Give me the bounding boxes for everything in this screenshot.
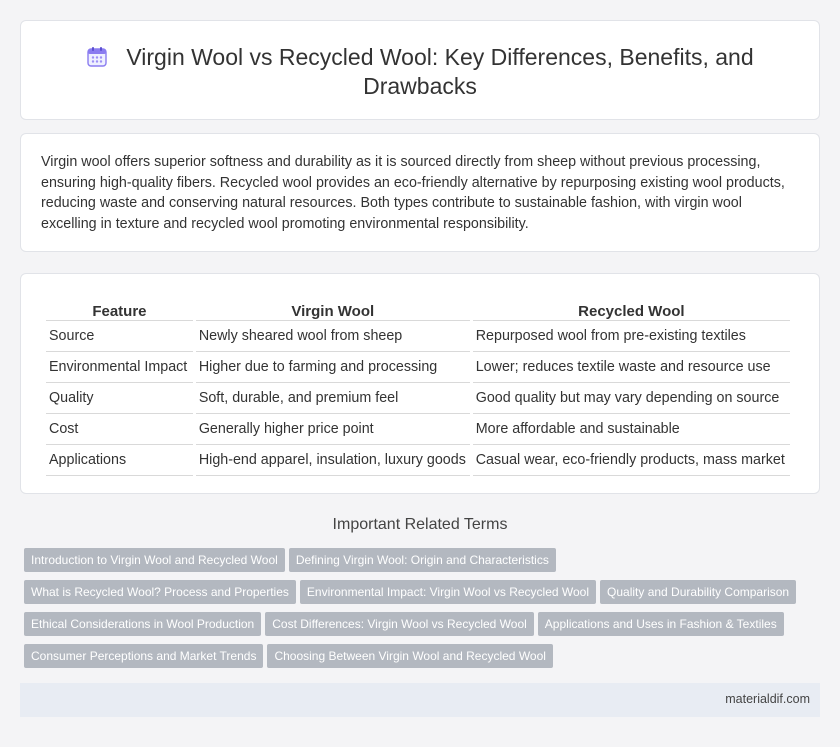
page-title-wrap: Virgin Wool vs Recycled Wool: Key Differ… xyxy=(21,43,819,101)
tag-row: What is Recycled Wool? Process and Prope… xyxy=(24,580,824,612)
table-row: Source Newly sheared wool from sheep Rep… xyxy=(46,321,790,352)
cell-recycled: Repurposed wool from pre-existing textil… xyxy=(472,321,790,352)
related-term-tag[interactable]: Ethical Considerations in Wool Productio… xyxy=(24,612,262,636)
cell-virgin: Higher due to farming and processing xyxy=(195,352,470,383)
comparison-card: Feature Virgin Wool Recycled Wool Source… xyxy=(20,273,820,494)
related-term-tag[interactable]: Quality and Durability Comparison xyxy=(600,580,797,604)
cell-feature: Environmental Impact xyxy=(46,352,193,383)
table-row: Cost Generally higher price point More a… xyxy=(46,414,790,445)
related-term-tag[interactable]: Applications and Uses in Fashion & Texti… xyxy=(537,612,784,636)
cell-virgin: Generally higher price point xyxy=(195,414,470,445)
tag-row: Consumer Perceptions and Market Trends Ch… xyxy=(24,644,824,676)
calendar-icon xyxy=(87,47,108,67)
comparison-table: Feature Virgin Wool Recycled Wool Source… xyxy=(43,296,793,476)
intro-paragraph: Virgin wool offers superior softness and… xyxy=(41,154,785,232)
cell-virgin: High-end apparel, insulation, luxury goo… xyxy=(195,445,470,476)
related-terms-title: Important Related Terms xyxy=(332,516,508,533)
table-row: Environmental Impact Higher due to farmi… xyxy=(46,352,790,383)
cell-virgin: Newly sheared wool from sheep xyxy=(195,321,470,352)
tag-row: Ethical Considerations in Wool Productio… xyxy=(24,612,824,644)
cell-recycled: Lower; reduces textile waste and resourc… xyxy=(472,352,790,383)
related-term-tag[interactable]: Introduction to Virgin Wool and Recycled… xyxy=(24,548,285,572)
header-virgin-wool: Virgin Wool xyxy=(195,296,470,321)
title-card: Virgin Wool vs Recycled Wool: Key Differ… xyxy=(20,20,820,120)
related-term-tag[interactable]: Choosing Between Virgin Wool and Recycle… xyxy=(267,644,553,668)
related-term-tag[interactable]: Cost Differences: Virgin Wool vs Recycle… xyxy=(265,612,534,636)
related-term-tag[interactable]: Defining Virgin Wool: Origin and Charact… xyxy=(288,548,556,572)
footer-site-link[interactable]: materialdif.com xyxy=(725,692,810,706)
table-row: Applications High-end apparel, insulatio… xyxy=(46,445,790,476)
cell-virgin: Soft, durable, and premium feel xyxy=(195,383,470,414)
cell-feature: Applications xyxy=(46,445,193,476)
header-recycled-wool: Recycled Wool xyxy=(472,296,790,321)
table-row: Quality Soft, durable, and premium feel … xyxy=(46,383,790,414)
cell-feature: Quality xyxy=(46,383,193,414)
cell-recycled: Casual wear, eco-friendly products, mass… xyxy=(472,445,790,476)
related-terms-tags: Introduction to Virgin Wool and Recycled… xyxy=(24,548,824,676)
related-term-tag[interactable]: Environmental Impact: Virgin Wool vs Rec… xyxy=(299,580,597,604)
related-term-tag[interactable]: Consumer Perceptions and Market Trends xyxy=(24,644,264,668)
intro-card: Virgin wool offers superior softness and… xyxy=(20,133,820,252)
page-title: Virgin Wool vs Recycled Wool: Key Differ… xyxy=(126,44,754,99)
table-header-row: Feature Virgin Wool Recycled Wool xyxy=(46,296,790,321)
cell-recycled: Good quality but may vary depending on s… xyxy=(472,383,790,414)
tag-row: Introduction to Virgin Wool and Recycled… xyxy=(24,548,824,580)
cell-feature: Cost xyxy=(46,414,193,445)
footer: materialdif.com xyxy=(20,683,820,717)
cell-recycled: More affordable and sustainable xyxy=(472,414,790,445)
header-feature: Feature xyxy=(46,296,193,321)
cell-feature: Source xyxy=(46,321,193,352)
related-term-tag[interactable]: What is Recycled Wool? Process and Prope… xyxy=(24,580,296,604)
